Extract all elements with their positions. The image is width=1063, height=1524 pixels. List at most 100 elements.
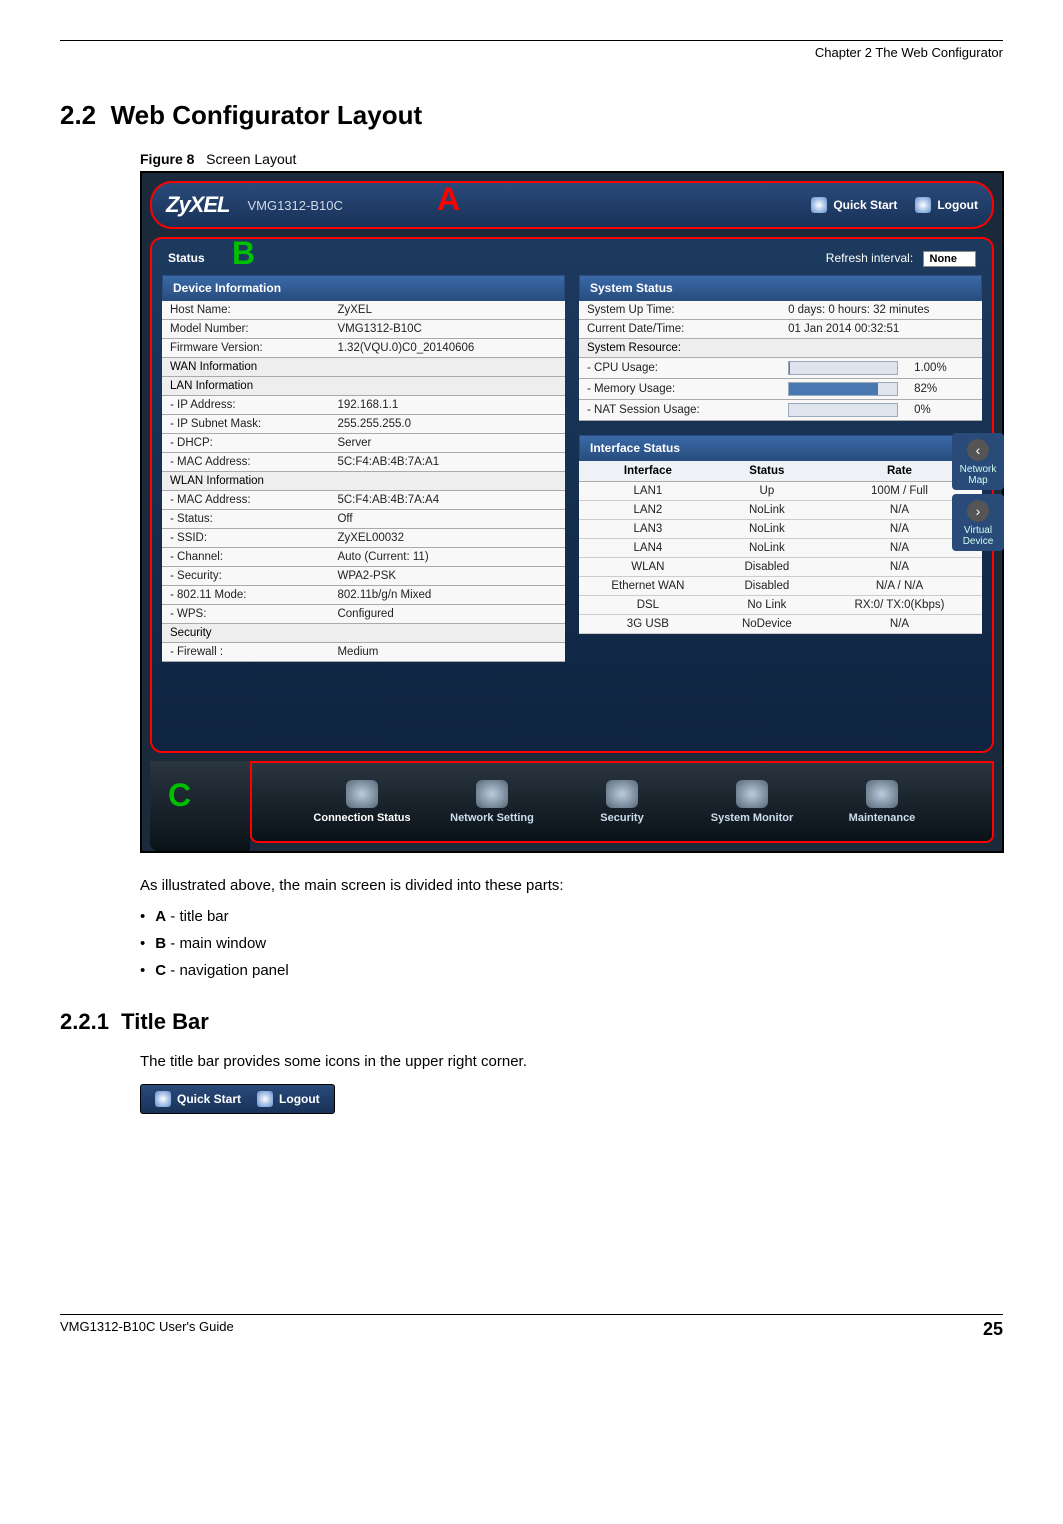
intro-text: As illustrated above, the main screen is… bbox=[140, 877, 1003, 894]
table-cell: RX:0/ TX:0(Kbps) bbox=[817, 596, 982, 615]
section-heading: 2.2 Web Configurator Layout bbox=[60, 100, 1003, 131]
chevron-left-icon: ‹ bbox=[967, 439, 989, 461]
table-cell: LAN3 bbox=[579, 520, 717, 539]
mem-bar bbox=[788, 382, 898, 396]
logout-button-inset[interactable]: Logout bbox=[257, 1091, 320, 1107]
table-key: - 802.11 Mode: bbox=[162, 586, 329, 605]
logout-label: Logout bbox=[279, 1092, 320, 1106]
network-map-button[interactable]: ‹ Network Map bbox=[952, 433, 1004, 490]
table-cell: N/A bbox=[817, 615, 982, 634]
interface-status-header: Interface Status bbox=[579, 435, 982, 461]
footer-page-number: 25 bbox=[983, 1319, 1003, 1340]
table-key: - IP Address: bbox=[162, 396, 329, 415]
table-key: Host Name: bbox=[162, 301, 329, 320]
model-label: VMG1312-B10C bbox=[247, 198, 342, 213]
subsection-number: 2.2.1 bbox=[60, 1009, 109, 1034]
table-row: 3G USBNoDeviceN/A bbox=[579, 615, 982, 634]
table-val: 1.32(VQU.0)C0_20140606 bbox=[329, 339, 565, 358]
table-cell: Ethernet WAN bbox=[579, 577, 717, 596]
nav-connection-status[interactable]: Connection Status bbox=[312, 780, 412, 824]
table-val: VMG1312-B10C bbox=[329, 320, 565, 339]
virtual-device-label: Virtual Device bbox=[963, 525, 994, 547]
figure-label: Figure 8 bbox=[140, 151, 194, 167]
uptime-val: 0 days: 0 hours: 32 minutes bbox=[780, 301, 982, 320]
nav-network-setting[interactable]: Network Setting bbox=[442, 780, 542, 824]
table-header: Status bbox=[717, 461, 817, 482]
table-cell: Disabled bbox=[717, 558, 817, 577]
gear-icon bbox=[476, 780, 508, 808]
interface-status-table: InterfaceStatusRateLAN1Up100M / FullLAN2… bbox=[579, 461, 982, 634]
quick-start-label: Quick Start bbox=[833, 198, 897, 212]
table-key: Model Number: bbox=[162, 320, 329, 339]
part-a-label: A bbox=[155, 908, 166, 925]
device-info-table: Host Name:ZyXELModel Number:VMG1312-B10C… bbox=[162, 301, 565, 662]
table-val: Auto (Current: 11) bbox=[329, 548, 565, 567]
table-key: WAN Information bbox=[162, 358, 565, 377]
table-key: - MAC Address: bbox=[162, 453, 329, 472]
nat-key: - NAT Session Usage: bbox=[579, 400, 780, 421]
logout-button[interactable]: Logout bbox=[915, 197, 978, 213]
system-status-header: System Status bbox=[579, 275, 982, 301]
list-item: C - navigation panel bbox=[140, 962, 1003, 979]
subsection-body: The title bar provides some icons in the… bbox=[140, 1053, 1003, 1070]
chart-icon bbox=[736, 780, 768, 808]
nav-system-monitor[interactable]: System Monitor bbox=[702, 780, 802, 824]
table-row: LAN1Up100M / Full bbox=[579, 482, 982, 501]
quick-start-button-inset[interactable]: Quick Start bbox=[155, 1091, 241, 1107]
table-val: 255.255.255.0 bbox=[329, 415, 565, 434]
list-item: A - title bar bbox=[140, 908, 1003, 925]
system-status-table: System Up Time: 0 days: 0 hours: 32 minu… bbox=[579, 301, 982, 421]
device-info-header: Device Information bbox=[162, 275, 565, 301]
shield-icon bbox=[606, 780, 638, 808]
table-key: - SSID: bbox=[162, 529, 329, 548]
table-val: ZyXEL bbox=[329, 301, 565, 320]
table-key: - Channel: bbox=[162, 548, 329, 567]
cpu-key: - CPU Usage: bbox=[579, 358, 780, 379]
figure-title: Screen Layout bbox=[206, 151, 296, 167]
table-val: Off bbox=[329, 510, 565, 529]
table-val: 192.168.1.1 bbox=[329, 396, 565, 415]
cpu-val: 1.00% bbox=[906, 358, 982, 379]
screenshot-figure: A ZyXEL VMG1312-B10C Quick Start Logout … bbox=[140, 171, 1004, 853]
part-c-desc: - navigation panel bbox=[166, 962, 289, 979]
mem-key: - Memory Usage: bbox=[579, 379, 780, 400]
table-key: - MAC Address: bbox=[162, 491, 329, 510]
quick-start-button[interactable]: Quick Start bbox=[811, 197, 897, 213]
table-val: 5C:F4:AB:4B:7A:A4 bbox=[329, 491, 565, 510]
table-cell: LAN4 bbox=[579, 539, 717, 558]
table-val: Configured bbox=[329, 605, 565, 624]
table-cell: WLAN bbox=[579, 558, 717, 577]
table-key: - Firewall : bbox=[162, 643, 329, 662]
mem-val: 82% bbox=[906, 379, 982, 400]
list-item: B - main window bbox=[140, 935, 1003, 952]
quick-start-label: Quick Start bbox=[177, 1092, 241, 1106]
part-b-label: B bbox=[155, 935, 166, 952]
table-val: 5C:F4:AB:4B:7A:A1 bbox=[329, 453, 565, 472]
nav-security[interactable]: Security bbox=[572, 780, 672, 824]
device-information-panel: Device Information Host Name:ZyXELModel … bbox=[162, 275, 565, 662]
main-window-region-b: B Status Refresh interval: None Device I… bbox=[150, 237, 994, 753]
toolbox-icon bbox=[866, 780, 898, 808]
virtual-device-button[interactable]: › Virtual Device bbox=[952, 494, 1004, 551]
table-row: LAN4NoLinkN/A bbox=[579, 539, 982, 558]
annotation-a: A bbox=[437, 181, 460, 218]
logout-icon bbox=[915, 197, 931, 213]
table-key: Firmware Version: bbox=[162, 339, 329, 358]
footer-guide: VMG1312-B10C User's Guide bbox=[60, 1319, 234, 1340]
table-key: - Status: bbox=[162, 510, 329, 529]
table-val: ZyXEL00032 bbox=[329, 529, 565, 548]
title-bar-region-a: A ZyXEL VMG1312-B10C Quick Start Logout bbox=[150, 181, 994, 229]
table-cell: N/A / N/A bbox=[817, 577, 982, 596]
refresh-interval-select[interactable]: None bbox=[923, 251, 977, 267]
nav-maintenance[interactable]: Maintenance bbox=[832, 780, 932, 824]
subsection-heading: 2.2.1 Title Bar bbox=[60, 1009, 1003, 1035]
monitor-icon bbox=[346, 780, 378, 808]
table-key: - DHCP: bbox=[162, 434, 329, 453]
logout-label: Logout bbox=[937, 198, 978, 212]
table-key: - Security: bbox=[162, 567, 329, 586]
brand-logo: ZyXEL bbox=[166, 192, 229, 218]
table-val: 802.11b/g/n Mixed bbox=[329, 586, 565, 605]
table-cell: NoLink bbox=[717, 520, 817, 539]
table-key: - IP Subnet Mask: bbox=[162, 415, 329, 434]
table-cell: NoLink bbox=[717, 501, 817, 520]
